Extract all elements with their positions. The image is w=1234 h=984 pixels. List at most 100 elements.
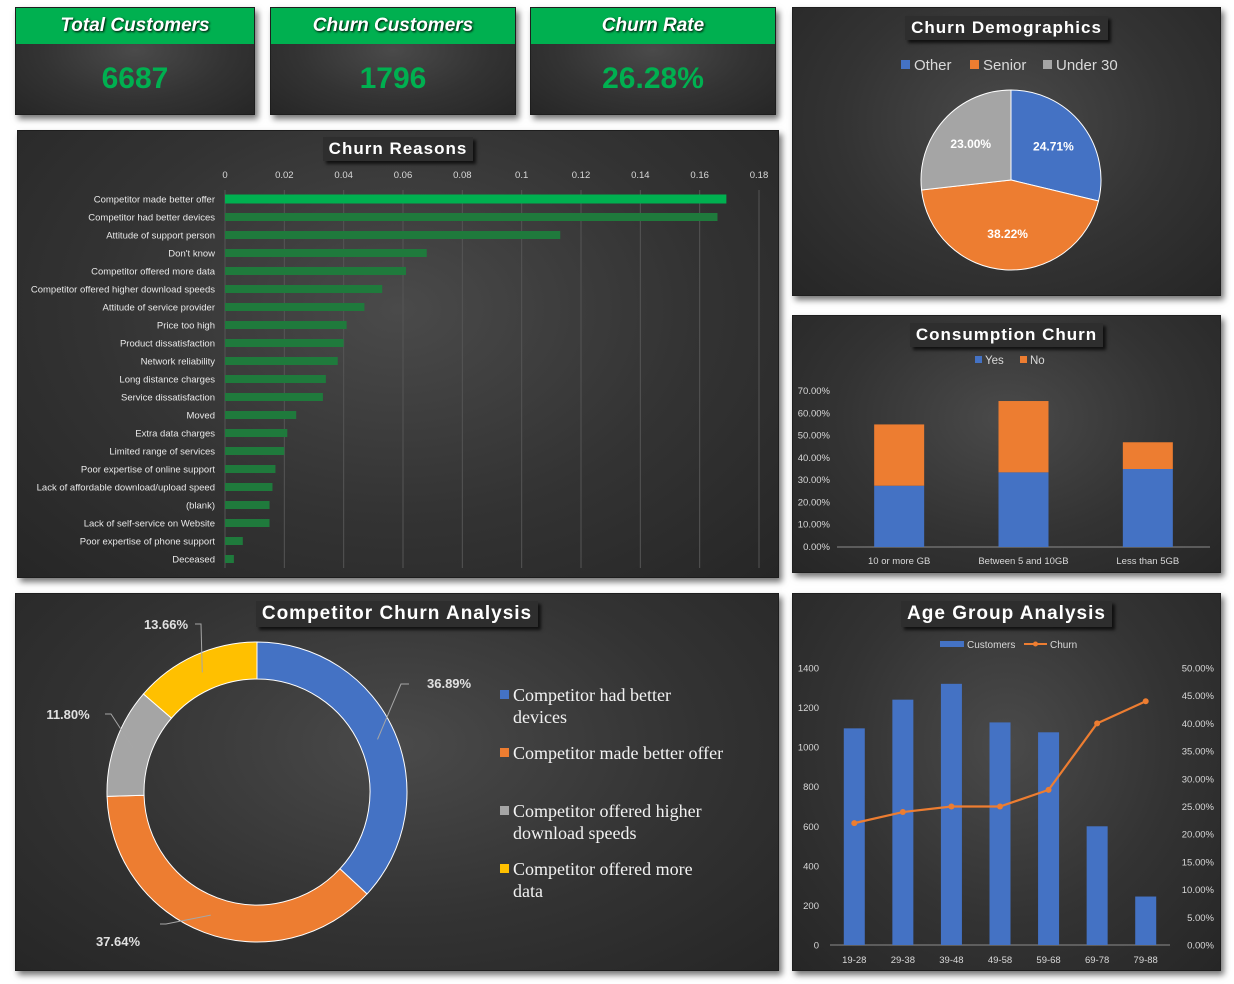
legend-item: Competitor offered more data xyxy=(513,859,693,901)
y-tick-label: 50.00% xyxy=(798,431,831,442)
legend-label: Customers xyxy=(967,640,1015,651)
bar xyxy=(225,231,561,239)
legend-label: No xyxy=(1030,355,1045,367)
bar xyxy=(225,375,326,383)
data-label: 37.64% xyxy=(96,934,141,949)
bar xyxy=(940,683,962,945)
legend-item: Competitor had better devices xyxy=(513,685,671,727)
data-label: 24.71% xyxy=(1033,140,1074,154)
x-tick-label: 39-48 xyxy=(939,955,963,966)
x-tick-label: 0.14 xyxy=(631,170,650,181)
consumption-churn-chart: Yes No 0.00% 10.00% 20.00% 30.00% 40.00% 50.00%… xyxy=(798,355,1210,567)
bar xyxy=(225,285,383,293)
bar xyxy=(225,339,344,347)
category-label: Attitude of service provider xyxy=(103,303,215,314)
x-tick-label: Less than 5GB xyxy=(1116,556,1179,567)
bar-segment xyxy=(874,485,925,547)
bar xyxy=(225,194,727,204)
churn-demographics-panel: Churn Demographics Other Senior Under 30 24… xyxy=(792,7,1221,296)
legend-label: Yes xyxy=(985,355,1004,367)
category-label: Don't know xyxy=(168,249,215,260)
x-tick-label: 59-68 xyxy=(1036,955,1060,966)
legend-label: Senior xyxy=(983,57,1026,74)
category-label: Extra data charges xyxy=(135,429,215,440)
y-tick-label: 0.00% xyxy=(803,542,830,553)
category-label: Competitor offered more data xyxy=(91,267,216,278)
y2-tick-label: 35.00% xyxy=(1182,747,1215,758)
competitor-churn-panel: Competitor Churn Analysis 36.89% 37.64% 11… xyxy=(15,593,779,971)
kpi-label: Churn Rate xyxy=(531,8,775,44)
bar xyxy=(225,501,270,509)
bar xyxy=(225,249,427,257)
churn-reasons-chart: 0 0.02 0.04 0.06 0.08 0.1 0.12 0.14 0.16 0.18 Comp… xyxy=(31,170,769,568)
category-label: Long distance charges xyxy=(119,375,215,386)
kpi-card-churn-customers: Churn Customers 1796 xyxy=(270,7,516,115)
bar xyxy=(1135,896,1157,945)
donut-slice xyxy=(106,794,368,943)
legend-swatch xyxy=(1020,356,1027,363)
kpi-value: 1796 xyxy=(359,62,427,95)
bar xyxy=(225,519,270,527)
bar xyxy=(225,267,406,275)
x-tick-label: 0.08 xyxy=(453,170,472,181)
y-tick-label: 200 xyxy=(803,901,819,912)
line-point xyxy=(997,803,1003,810)
y2-tick-label: 20.00% xyxy=(1182,830,1215,841)
kpi-label: Churn Customers xyxy=(271,8,515,44)
bar xyxy=(225,483,273,491)
y2-tick-label: 40.00% xyxy=(1182,719,1215,730)
line-point xyxy=(1142,698,1149,705)
bar xyxy=(225,213,718,221)
bar xyxy=(225,411,297,419)
y-tick-label: 40.00% xyxy=(798,453,831,464)
y-tick-label: 1200 xyxy=(798,703,819,714)
legend-swatch xyxy=(940,641,964,647)
y2-tick-label: 25.00% xyxy=(1182,802,1215,813)
churn-reasons-panel: Churn Reasons 0 0.02 0.04 0.06 0.08 0.1 0.12 0.… xyxy=(17,130,779,578)
category-label: Deceased xyxy=(172,555,215,566)
legend-item: Competitor made better offer xyxy=(513,743,724,763)
y-tick-label: 30.00% xyxy=(798,475,831,486)
x-tick-label: 0.1 xyxy=(515,170,528,181)
kpi-card-total-customers: Total Customers 6687 xyxy=(15,7,255,115)
category-label: Competitor offered higher download speed… xyxy=(31,285,215,296)
legend-swatch xyxy=(970,60,979,69)
bar-segment xyxy=(1122,469,1173,547)
y-tick-label: 800 xyxy=(803,782,819,793)
data-label: 23.00% xyxy=(950,137,991,151)
line-point xyxy=(948,803,955,810)
y-tick-label: 1400 xyxy=(798,664,819,675)
legend-swatch xyxy=(500,864,509,873)
x-tick-label: 0.02 xyxy=(275,170,294,181)
x-tick-label: 29-38 xyxy=(891,955,915,966)
y-tick-label: 0 xyxy=(814,941,819,952)
bar xyxy=(989,722,1011,945)
category-label: Moved xyxy=(186,411,215,422)
bar xyxy=(225,357,338,365)
y2-tick-label: 10.00% xyxy=(1182,885,1215,896)
kpi-value: 26.28% xyxy=(602,62,704,95)
bar xyxy=(892,699,914,945)
line-point xyxy=(1094,720,1101,727)
bar-segment xyxy=(998,401,1049,473)
x-tick-label: 0.18 xyxy=(750,170,769,181)
x-tick-label: 79-88 xyxy=(1134,955,1158,966)
bar xyxy=(225,465,276,473)
category-label: Service dissatisfaction xyxy=(121,393,215,404)
data-label: 38.22% xyxy=(987,227,1028,241)
x-tick-label: Between 5 and 10GB xyxy=(978,556,1068,567)
bar xyxy=(843,728,865,945)
kpi-label: Total Customers xyxy=(16,8,254,44)
category-label: Product dissatisfaction xyxy=(120,339,215,350)
x-tick-label: 10 or more GB xyxy=(868,556,930,567)
bar xyxy=(225,393,323,401)
x-tick-label: 0.04 xyxy=(334,170,353,181)
churn-demographics-chart: Other Senior Under 30 24.71% 38.22% 23.00% xyxy=(901,57,1118,271)
legend-swatch xyxy=(500,806,509,815)
category-label: Price too high xyxy=(157,321,215,332)
y2-tick-label: 45.00% xyxy=(1182,691,1215,702)
legend-swatch xyxy=(500,748,509,757)
legend-label: Other xyxy=(914,57,952,74)
x-tick-label: 49-58 xyxy=(988,955,1012,966)
category-label: Poor expertise of online support xyxy=(81,465,215,476)
